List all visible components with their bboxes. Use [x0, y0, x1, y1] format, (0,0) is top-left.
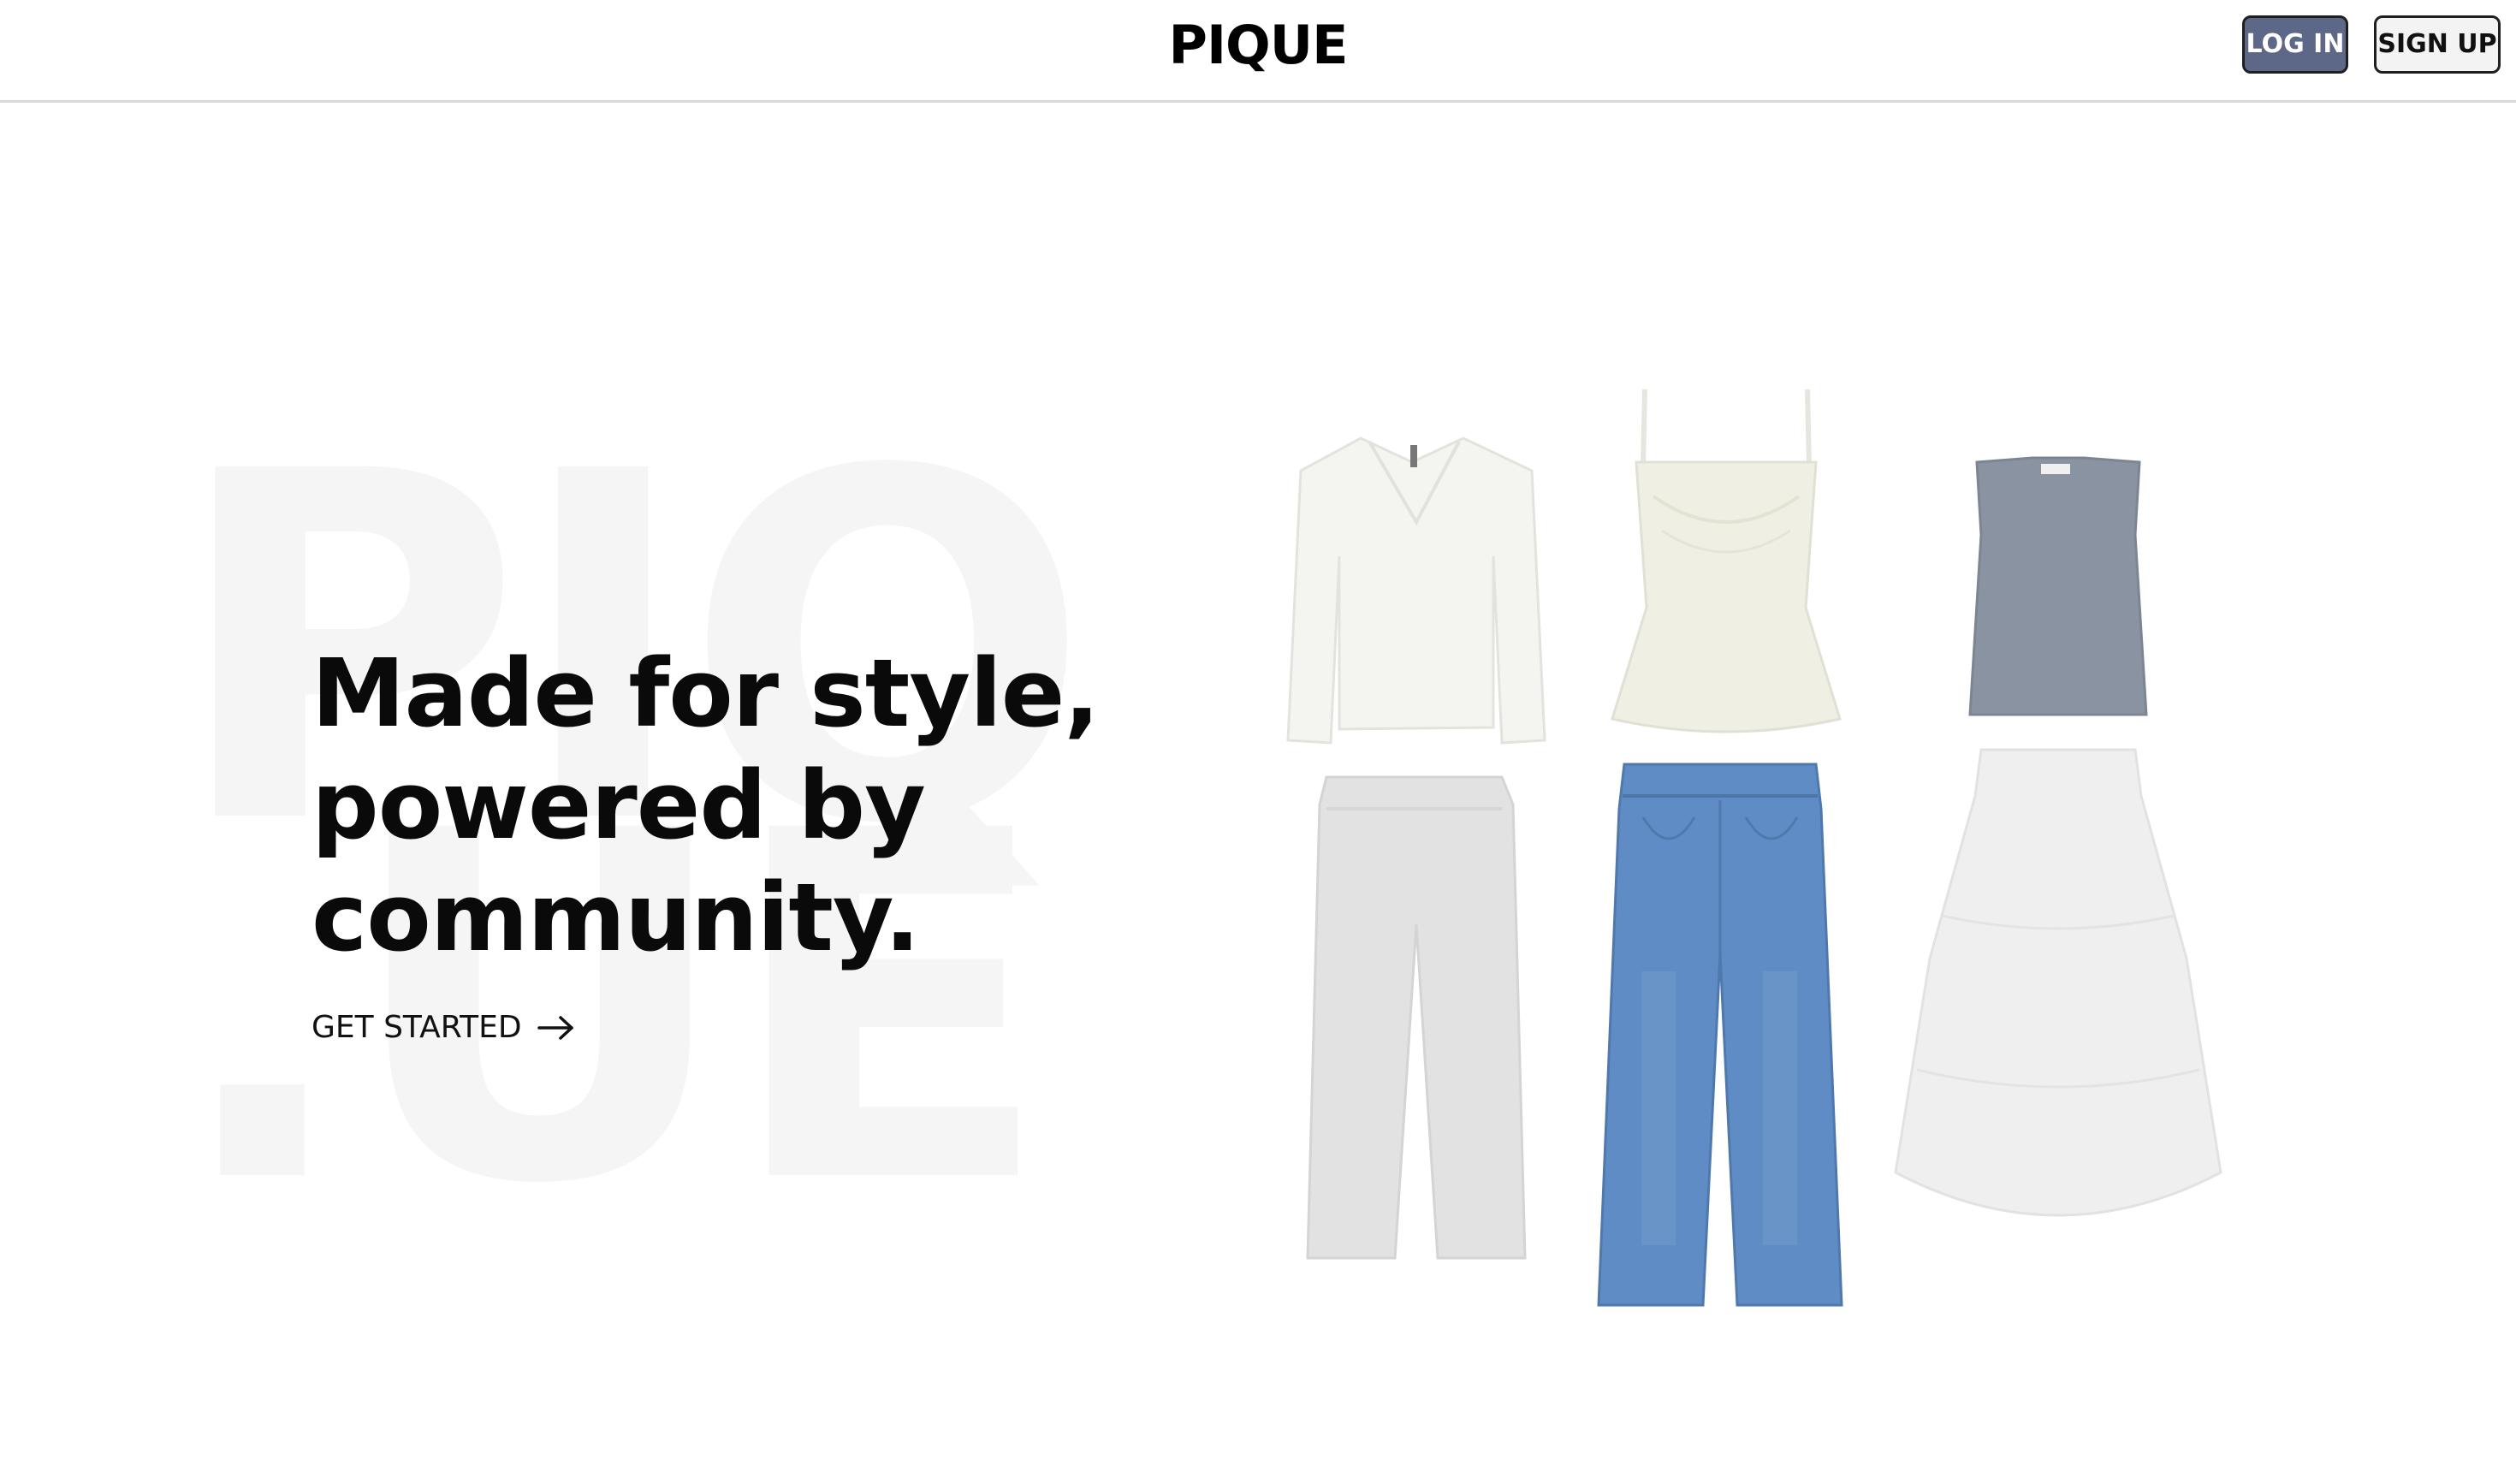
headline-line: community. [312, 863, 920, 972]
garment-sweatpants-image[interactable] [1301, 770, 1532, 1267]
get-started-link[interactable]: GET STARTED [312, 1010, 575, 1045]
garment-camisole-image[interactable] [1602, 385, 1850, 745]
garment-skirt-image[interactable] [1891, 745, 2225, 1258]
hero-headline: Made for style, powered by community. [312, 638, 1100, 974]
logo[interactable]: PIQUE [0, 14, 2516, 77]
garment-jeans-image[interactable] [1592, 757, 1848, 1314]
arrow-right-icon [537, 1015, 573, 1040]
headline-line: powered by [312, 751, 926, 860]
garment-tank-top-image[interactable] [1960, 454, 2157, 727]
garment-sweater-image[interactable] [1284, 428, 1549, 753]
login-button[interactable]: LOG IN [2242, 15, 2348, 74]
outfit-collage [1267, 368, 2242, 1344]
top-navbar: PIQUE LOG IN SIGN UP [0, 0, 2516, 103]
headline-line: Made for style, [312, 638, 1100, 748]
get-started-label: GET STARTED [312, 1010, 522, 1045]
signup-button[interactable]: SIGN UP [2374, 15, 2501, 74]
